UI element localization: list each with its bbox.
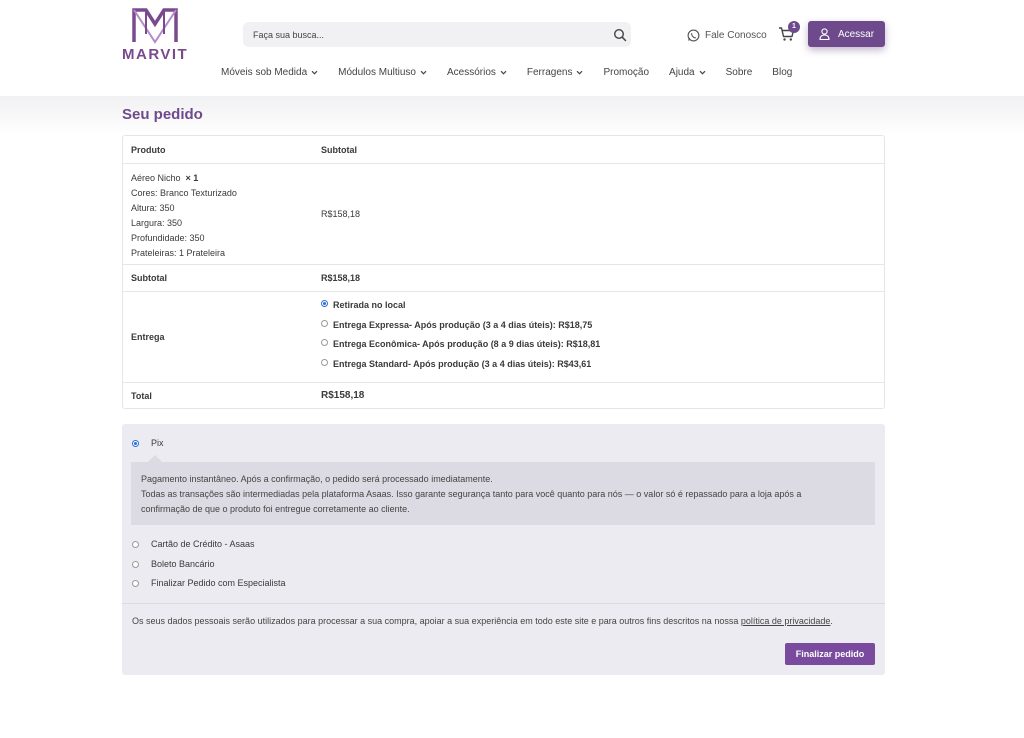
logo-text: MARVIT [122, 46, 189, 63]
total-label: Total [131, 391, 152, 401]
search-icon[interactable] [613, 28, 627, 42]
payment-option-specialist[interactable]: Finalizar Pedido com Especialista [132, 578, 286, 588]
privacy-policy-link[interactable]: política de privacidade [741, 616, 831, 626]
table-header-row: Produto Subtotal [123, 136, 884, 164]
total-row: Total R$158,18 [123, 383, 884, 410]
shipping-option-label: Entrega Econômica- Após produção (8 a 9 … [333, 339, 601, 349]
chevron-down-icon [577, 70, 583, 75]
subtotal-value: R$158,18 [321, 273, 361, 283]
product-meta: Largura: 350 [131, 218, 183, 228]
payment-option-label: Finalizar Pedido com Especialista [151, 578, 286, 588]
payment-option-card[interactable]: Cartão de Crédito - Asaas [132, 539, 255, 549]
radio-button[interactable] [321, 338, 328, 346]
product-meta: Profundidade: 350 [131, 233, 205, 243]
nav-item-label: Acessórios [446, 66, 496, 78]
nav-item[interactable]: Sobre [726, 67, 753, 78]
radio-button[interactable] [132, 439, 139, 447]
nav-item[interactable]: Acessórios [447, 67, 507, 78]
product-meta: Prateleiras: 1 Prateleira [131, 248, 226, 258]
shipping-option[interactable]: Entrega Standard- Após produção (3 a 4 d… [321, 358, 592, 369]
privacy-end: . [830, 616, 833, 626]
col-product-header: Produto [131, 145, 166, 155]
cart-count-badge: 1 [788, 21, 800, 33]
radio-button[interactable] [132, 540, 139, 548]
chevron-down-icon [699, 70, 706, 75]
nav-item[interactable]: Ferragens [527, 67, 584, 78]
nav-item-label: Blog [772, 66, 793, 78]
contact-label: Fale Conosco [705, 29, 767, 41]
shipping-option-label: Entrega Standard- Após produção (3 a 4 d… [333, 359, 592, 369]
pix-description-line: Pagamento instantâneo. Após a confirmaçã… [141, 474, 493, 484]
main-nav: Móveis sob Medida Módulos Multiuso Acessór… [221, 64, 812, 80]
search-input[interactable] [243, 22, 603, 47]
shipping-option-label: Retirada no local [333, 300, 406, 310]
chevron-down-icon [311, 70, 318, 75]
product-details: Aéreo Nicho × 1 Cores: Branco Texturizad… [131, 171, 237, 261]
privacy-text: Os seus dados pessoais serão utilizados … [132, 616, 741, 626]
shipping-row: Entrega Retirada no local Entrega Expres… [123, 292, 884, 383]
payment-methods: Pix Pagamento instantâneo. Após a confir… [122, 424, 885, 675]
nav-item[interactable]: Móveis sob Medida [221, 67, 318, 78]
radio-button[interactable] [321, 299, 328, 307]
nav-item-label: Ajuda [669, 66, 695, 78]
total-value: R$158,18 [321, 390, 365, 401]
nav-item[interactable]: Módulos Multiuso [338, 67, 427, 78]
radio-button[interactable] [321, 358, 328, 366]
site-header: MARVIT Fale Conosco 1 Acessar Móveis sob… [0, 0, 1024, 96]
divider [122, 603, 885, 604]
contact-link[interactable]: Fale Conosco [687, 28, 767, 42]
shipping-option[interactable]: Entrega Econômica- Após produção (8 a 9 … [321, 338, 601, 349]
order-table: Produto Subtotal Aéreo Nicho × 1 Cores: … [122, 135, 885, 409]
payment-option-boleto[interactable]: Boleto Bancário [132, 559, 215, 569]
login-label: Acessar [837, 28, 875, 40]
search-bar [243, 22, 631, 47]
subtotal-label: Subtotal [131, 273, 167, 283]
chevron-down-icon [420, 70, 427, 75]
chevron-down-icon [500, 70, 507, 75]
logo-mark-icon [132, 8, 178, 44]
shipping-option[interactable]: Entrega Expressa- Após produção (3 a 4 d… [321, 319, 593, 330]
payment-option-pix[interactable]: Pix [132, 438, 164, 448]
nav-item-label: Ferragens [526, 66, 573, 78]
pix-description-line: confirmação de que o produto foi entregu… [141, 504, 410, 514]
login-button[interactable]: Acessar [808, 21, 885, 47]
nav-item-label: Móveis sob Medida [221, 66, 308, 78]
payment-option-label: Boleto Bancário [151, 559, 215, 569]
shipping-option[interactable]: Retirada no local [321, 299, 406, 310]
product-meta: Cores: Branco Texturizado [131, 188, 237, 198]
payment-option-label: Pix [151, 438, 164, 448]
nav-item[interactable]: Ajuda [669, 67, 706, 78]
product-meta: Altura: 350 [131, 203, 175, 213]
logo[interactable]: MARVIT [122, 8, 188, 64]
nav-item-label: Módulos Multiuso [338, 66, 416, 78]
table-row: Aéreo Nicho × 1 Cores: Branco Texturizad… [123, 164, 884, 265]
description-pointer [148, 455, 162, 462]
product-price: R$158,18 [321, 209, 361, 219]
payment-option-label: Cartão de Crédito - Asaas [151, 539, 255, 549]
privacy-notice: Os seus dados pessoais serão utilizados … [132, 616, 833, 626]
user-icon [819, 28, 830, 40]
product-name-line: Aéreo Nicho × 1 [131, 171, 237, 186]
col-subtotal-header: Subtotal [321, 145, 357, 155]
whatsapp-icon [687, 29, 700, 41]
nav-item-label: Sobre [725, 66, 753, 78]
shipping-label: Entrega [131, 332, 165, 342]
pix-description-line: Todas as transações são intermediadas pe… [141, 489, 802, 499]
radio-button[interactable] [132, 560, 139, 568]
nav-item[interactable]: Promoção [603, 67, 649, 78]
product-qty: × 1 [185, 173, 199, 183]
place-order-button[interactable]: Finalizar pedido [785, 643, 875, 665]
radio-button[interactable] [132, 579, 139, 587]
nav-item[interactable]: Blog [772, 67, 792, 78]
product-name: Aéreo Nicho [131, 173, 181, 183]
page-title: Seu pedido [122, 106, 203, 123]
shipping-option-label: Entrega Expressa- Após produção (3 a 4 d… [333, 320, 593, 330]
subtotal-row: Subtotal R$158,18 [123, 265, 884, 292]
nav-item-label: Promoção [603, 66, 650, 78]
pix-description: Pagamento instantâneo. Após a confirmaçã… [131, 462, 875, 525]
radio-button[interactable] [321, 319, 328, 327]
